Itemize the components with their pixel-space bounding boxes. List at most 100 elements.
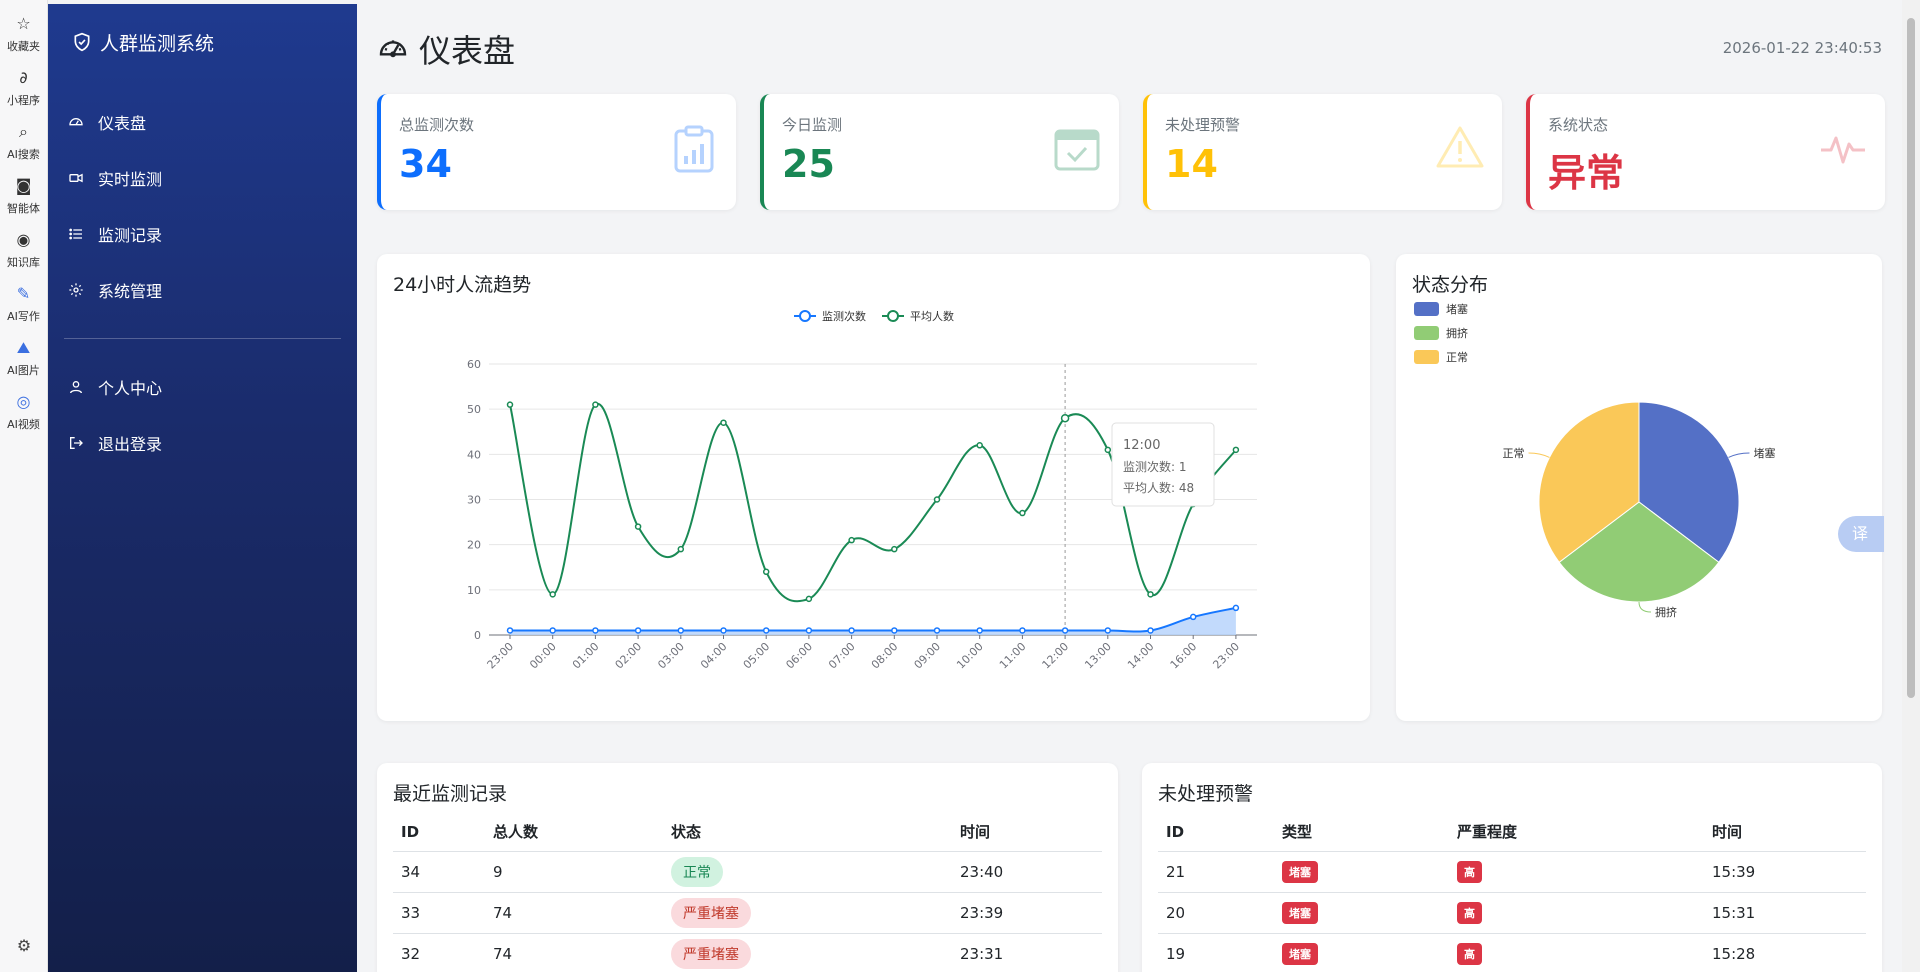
data-point[interactable] <box>549 627 556 634</box>
column-header[interactable]: 时间 <box>952 813 1102 852</box>
search-icon: ⌕ <box>19 122 28 141</box>
data-point[interactable] <box>891 627 898 634</box>
nav-item-list[interactable]: 监测记录 <box>48 206 357 262</box>
scrollbar-thumb[interactable] <box>1907 18 1915 698</box>
stat-label: 未处理预警 <box>1165 116 1241 134</box>
table-row[interactable]: 20 堵塞 高 15:31 <box>1158 892 1866 934</box>
record-count: 9 <box>485 851 663 893</box>
rail-item-label: 智能体 <box>7 202 40 215</box>
rail-item-label: AI图片 <box>7 364 40 377</box>
y-tick-label: 40 <box>467 448 481 461</box>
rail-item-label: AI写作 <box>7 310 40 323</box>
rail-item-pen[interactable]: ✎ AI写作 <box>0 284 47 324</box>
pulse-icon <box>1821 136 1865 164</box>
column-header[interactable]: 时间 <box>1704 813 1866 852</box>
nav-item-user[interactable]: 个人中心 <box>48 359 357 415</box>
data-point[interactable] <box>1147 627 1154 634</box>
data-point[interactable] <box>933 627 941 634</box>
nav-item-label: 仪表盘 <box>98 114 147 133</box>
data-point[interactable] <box>1061 627 1069 634</box>
rail-item-image[interactable]: ⛰ AI图片 <box>0 338 47 378</box>
recent-records-table: ID 总人数 状态 时间 34 9 正常 23:40 33 74 严重堵塞 23:39 32 74 严重堵… <box>393 813 1102 972</box>
shield-icon <box>74 32 90 52</box>
translate-button[interactable]: 译 <box>1838 516 1884 552</box>
data-point[interactable] <box>933 496 941 503</box>
stat-value: 34 <box>399 142 452 186</box>
rail-item-bot[interactable]: ◙ 智能体 <box>0 176 47 216</box>
table-row[interactable]: 32 74 严重堵塞 23:31 <box>393 933 1102 972</box>
gear-icon <box>69 283 83 297</box>
alert-type-badge: 堵塞 <box>1282 942 1318 965</box>
rail-item-search[interactable]: ⌕ AI搜索 <box>0 122 47 162</box>
data-point[interactable] <box>1060 413 1070 423</box>
page-scrollbar[interactable] <box>1902 0 1920 972</box>
nav-item-logout[interactable]: 退出登录 <box>48 415 357 471</box>
data-point[interactable] <box>549 591 556 598</box>
pie-chart[interactable]: 堵塞拥挤正常堵塞拥挤正常 <box>1396 254 1882 721</box>
data-point[interactable] <box>506 401 514 408</box>
data-point[interactable] <box>634 523 642 530</box>
data-point[interactable] <box>1147 591 1154 598</box>
data-point[interactable] <box>592 401 599 408</box>
column-header[interactable]: ID <box>393 813 485 852</box>
settings-icon[interactable]: ⚙ <box>14 936 34 956</box>
data-point[interactable] <box>848 536 855 544</box>
table-row[interactable]: 19 堵塞 高 15:28 <box>1158 933 1866 972</box>
column-header[interactable]: 严重程度 <box>1449 813 1704 852</box>
data-point[interactable] <box>1189 613 1197 621</box>
data-point[interactable] <box>1232 446 1240 454</box>
data-point[interactable] <box>506 627 514 634</box>
x-tick-label: 11:00 <box>997 640 1029 672</box>
legend-label: 正常 <box>1446 351 1468 364</box>
column-header[interactable]: 总人数 <box>485 813 663 852</box>
nav-item-camera[interactable]: 实时监测 <box>48 150 357 206</box>
data-point[interactable] <box>1104 446 1112 454</box>
data-point[interactable] <box>720 627 727 634</box>
data-point[interactable] <box>592 627 599 634</box>
tooltip-line: 平均人数: 48 <box>1123 480 1194 495</box>
rail-item-bulb[interactable]: ◉ 知识库 <box>0 230 47 270</box>
data-point[interactable] <box>976 442 983 449</box>
data-point[interactable] <box>1019 509 1026 517</box>
trend-chart[interactable]: 0 10 20 30 40 50 60 23:00 00:00 01:00 02:00 03:00 04… <box>377 254 1370 721</box>
data-point[interactable] <box>805 595 813 603</box>
table-row[interactable]: 34 9 正常 23:40 <box>393 851 1102 893</box>
column-header[interactable]: 类型 <box>1274 813 1449 852</box>
data-point[interactable] <box>762 568 770 576</box>
pie-label: 堵塞 <box>1753 446 1775 460</box>
chart-tooltip: 12:00 监测次数: 1 平均人数: 48 <box>1111 422 1215 507</box>
data-point[interactable] <box>976 627 983 634</box>
pen-icon: ✎ <box>16 284 31 303</box>
x-tick-label: 14:00 <box>1125 640 1157 672</box>
column-header[interactable]: ID <box>1158 813 1274 852</box>
table-row[interactable]: 33 74 严重堵塞 23:39 <box>393 892 1102 934</box>
data-point[interactable] <box>634 627 642 634</box>
data-point[interactable] <box>805 627 813 634</box>
record-id: 33 <box>393 892 485 934</box>
x-tick-label: 10:00 <box>954 640 986 672</box>
x-tick-label: 09:00 <box>912 640 944 672</box>
data-point[interactable] <box>891 545 898 553</box>
column-header[interactable]: 状态 <box>663 813 952 852</box>
data-point[interactable] <box>1104 627 1112 634</box>
table-row[interactable]: 21 堵塞 高 15:39 <box>1158 851 1866 893</box>
data-point[interactable] <box>720 419 727 426</box>
data-point[interactable] <box>1019 627 1026 634</box>
severity-badge: 高 <box>1457 942 1482 965</box>
data-point[interactable] <box>1232 604 1240 612</box>
data-point[interactable] <box>677 627 685 634</box>
list-icon <box>69 228 82 240</box>
brand[interactable]: 人群监测系统 <box>48 24 357 60</box>
app-sidebar: 人群监测系统 仪表盘实时监测 监测记录 系统管理 个人中心 退出登录 <box>48 4 357 972</box>
legend-label: 平均人数 <box>910 310 954 323</box>
data-point[interactable] <box>677 545 685 553</box>
rail-item-video[interactable]: ◎ AI视频 <box>0 392 47 432</box>
data-point[interactable] <box>762 627 770 634</box>
alert-severity-cell: 高 <box>1449 851 1704 893</box>
legend-marker <box>799 310 811 322</box>
rail-item-star[interactable]: ☆ 收藏夹 <box>0 14 47 54</box>
rail-item-link[interactable]: ∂ 小程序 <box>0 68 47 108</box>
nav-item-gauge[interactable]: 仪表盘 <box>48 94 357 150</box>
nav-item-gear[interactable]: 系统管理 <box>48 262 357 318</box>
data-point[interactable] <box>848 627 855 634</box>
